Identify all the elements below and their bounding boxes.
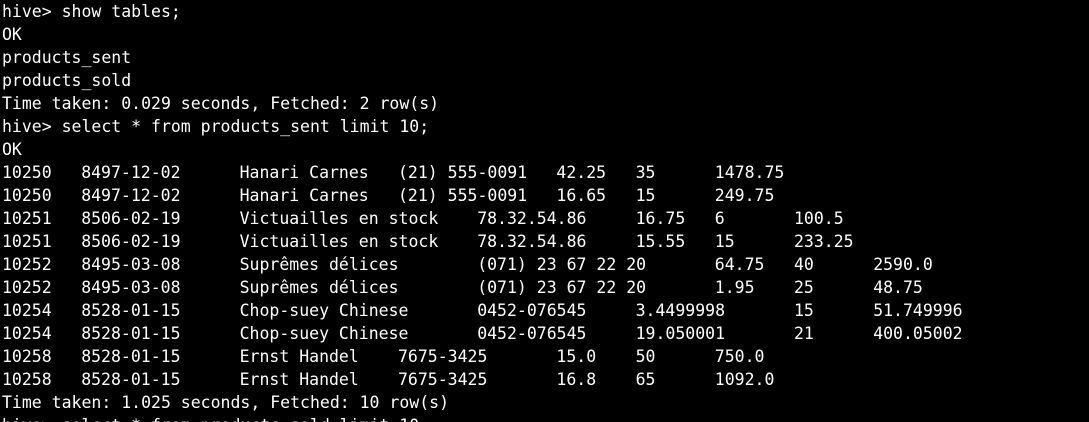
- table-cell: 100.5: [794, 209, 844, 228]
- table-cell: 16.75: [635, 209, 686, 228]
- table-cell: (21) 555-0091: [398, 163, 528, 182]
- table-cell: 48.75: [873, 278, 923, 297]
- table-cell: 40: [794, 255, 814, 274]
- table-cell: 1478.75: [714, 163, 785, 182]
- output-line: Time taken: 1.025 seconds, Fetched: 10 r…: [2, 393, 450, 412]
- command-line: hive> select * from products_sent limit …: [2, 117, 430, 136]
- table-cell: 21: [794, 324, 814, 343]
- table-cell: 15.55: [635, 232, 686, 251]
- table-cell: 8506-02-19: [81, 209, 181, 228]
- table-cell: 8528-01-15: [81, 347, 181, 366]
- table-cell: 10250: [2, 163, 52, 182]
- table-cell: 2590.0: [873, 255, 933, 274]
- table-cell: 7675-3425: [398, 347, 488, 366]
- table-row: 10251 8506-02-19 Victuailles en stock 78.32…: [2, 207, 1089, 230]
- table-cell: 0452-076545: [477, 301, 587, 320]
- table-cell: 16.8: [556, 370, 597, 389]
- table-row: 10250 8497-12-02 Hanari Carnes (21) 555-009…: [2, 184, 1089, 207]
- partial-command-line: hive> select * from products_sold limit …: [2, 414, 1089, 422]
- table-cell: 8497-12-02: [81, 186, 181, 205]
- output-line: OK: [2, 25, 22, 44]
- table-cell: Chop-suey Chinese: [239, 324, 409, 343]
- table-cell: Chop-suey Chinese: [239, 301, 409, 320]
- table-cell: 10258: [2, 370, 52, 389]
- table-cell: 6: [714, 209, 725, 228]
- table-cell: 3.4499998: [635, 301, 725, 320]
- output-line: products_sold: [2, 71, 132, 90]
- table-row: 10250 8497-12-02 Hanari Carnes (21) 555-009…: [2, 161, 1089, 184]
- table-cell: 35: [635, 163, 656, 182]
- table-cell: 10251: [2, 209, 52, 228]
- table-cell: 16.65: [556, 186, 607, 205]
- table-cell: 10252: [2, 278, 52, 297]
- table-row: 10252 8495-03-08 Suprêmes délices (071) 23 …: [2, 276, 1089, 299]
- table-cell: Hanari Carnes: [239, 186, 369, 205]
- table-cell: Ernst Handel: [239, 347, 359, 366]
- table-cell: 15: [714, 232, 735, 251]
- table-cell: 15: [635, 186, 656, 205]
- table-cell: (071) 23 67 22 20: [477, 255, 647, 274]
- table-row: 10254 8528-01-15 Chop-suey Chinese 0452-076…: [2, 322, 1089, 345]
- table-row: 10254 8528-01-15 Chop-suey Chinese 0452-076…: [2, 299, 1089, 322]
- table-cell: 10251: [2, 232, 52, 251]
- output-line: products_sent: [2, 48, 132, 67]
- table-cell: 10258: [2, 347, 52, 366]
- table-cell: 249.75: [714, 186, 775, 205]
- table-cell: 15.0: [556, 347, 597, 366]
- table-row: 10258 8528-01-15 Ernst Handel 7675-3425 16.8…: [2, 368, 1089, 391]
- table-cell: Suprêmes délices: [239, 255, 399, 274]
- command-line: hive> show tables;: [2, 2, 181, 21]
- table-cell: Suprêmes délices: [239, 278, 399, 297]
- table-cell: 1092.0: [714, 370, 775, 389]
- table-cell: 10254: [2, 324, 52, 343]
- table-cell: 10254: [2, 301, 52, 320]
- table-cell: Victuailles en stock: [239, 232, 439, 251]
- table-row: 10252 8495-03-08 Suprêmes délices (071) 23 …: [2, 253, 1089, 276]
- table-cell: 8497-12-02: [81, 163, 181, 182]
- table-cell: Hanari Carnes: [239, 163, 369, 182]
- table-cell: 42.25: [556, 163, 607, 182]
- table-cell: 233.25: [794, 232, 854, 251]
- table-cell: 50: [635, 347, 656, 366]
- table-row: 10258 8528-01-15 Ernst Handel 7675-3425 15.0…: [2, 345, 1089, 368]
- table-cell: 0452-076545: [477, 324, 587, 343]
- table-cell: (071) 23 67 22 20: [477, 278, 647, 297]
- table-cell: 400.05002: [873, 324, 963, 343]
- terminal-window[interactable]: hive> show tables; OK products_sent prod…: [2, 0, 1089, 422]
- table-cell: 8528-01-15: [81, 370, 181, 389]
- table-cell: 8495-03-08: [81, 278, 181, 297]
- table-cell: 750.0: [714, 347, 765, 366]
- result-table: 10250 8497-12-02 Hanari Carnes (21) 555-009…: [2, 161, 1089, 391]
- table-cell: 78.32.54.86: [477, 232, 587, 251]
- table-row: 10251 8506-02-19 Victuailles en stock 78.32…: [2, 230, 1089, 253]
- table-cell: Ernst Handel: [239, 370, 359, 389]
- table-cell: 8528-01-15: [81, 324, 181, 343]
- output-line: Time taken: 0.029 seconds, Fetched: 2 ro…: [2, 94, 440, 113]
- table-cell: 8506-02-19: [81, 232, 181, 251]
- table-cell: 78.32.54.86: [477, 209, 587, 228]
- table-cell: 64.75: [714, 255, 765, 274]
- table-cell: Victuailles en stock: [239, 209, 439, 228]
- table-cell: 65: [635, 370, 656, 389]
- table-cell: 10250: [2, 186, 52, 205]
- table-cell: 1.95: [714, 278, 755, 297]
- table-cell: 7675-3425: [398, 370, 488, 389]
- table-cell: (21) 555-0091: [398, 186, 528, 205]
- output-line: OK: [2, 140, 22, 159]
- table-cell: 8528-01-15: [81, 301, 181, 320]
- table-cell: 8495-03-08: [81, 255, 181, 274]
- table-cell: 19.050001: [635, 324, 725, 343]
- table-cell: 15: [794, 301, 814, 320]
- table-cell: 10252: [2, 255, 52, 274]
- table-cell: 25: [794, 278, 814, 297]
- table-cell: 51.749996: [873, 301, 963, 320]
